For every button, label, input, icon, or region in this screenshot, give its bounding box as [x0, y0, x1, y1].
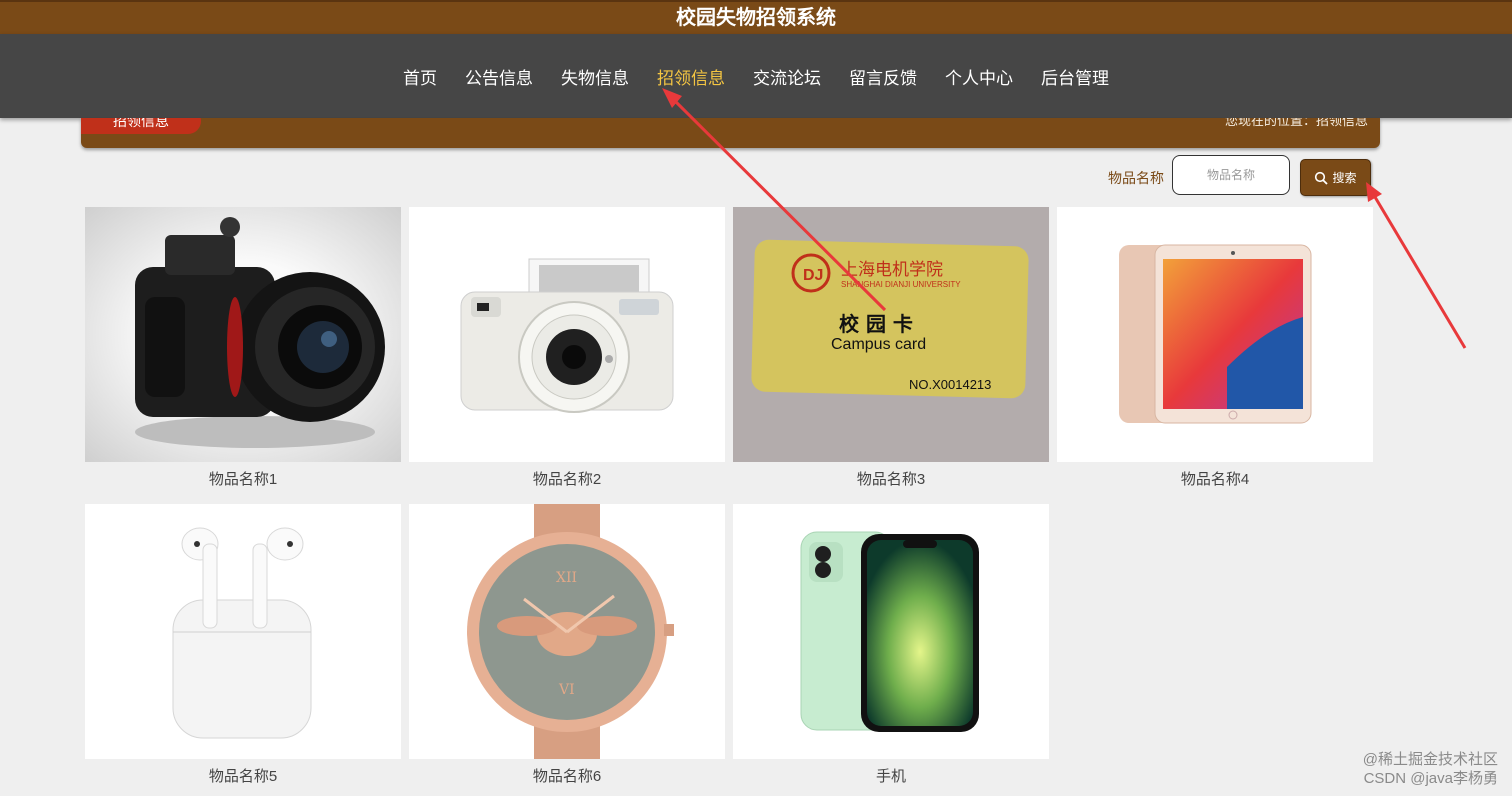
search-button-label: 搜索 [1332, 171, 1357, 185]
item-image[interactable] [85, 207, 401, 462]
nav-forum[interactable]: 交流论坛 [751, 60, 823, 93]
svg-text:VI: VI [558, 682, 575, 698]
item-name[interactable]: 物品名称3 [733, 468, 1049, 489]
search-icon [1314, 171, 1329, 185]
breadcrumb-location: 您现在的位置：招领信息 [1224, 118, 1368, 128]
item-card[interactable]: 手机 [733, 504, 1049, 786]
item-card[interactable]: XII VI 物品名称6 [409, 504, 725, 786]
site-title: 校园失物招领系统 [0, 0, 1512, 34]
search-input[interactable] [1172, 155, 1290, 195]
nav-lost-items[interactable]: 失物信息 [559, 60, 631, 93]
tablet-image [1119, 244, 1312, 424]
item-card[interactable]: 物品名称5 [85, 504, 401, 786]
nav-home[interactable]: 首页 [401, 60, 439, 93]
nav-profile[interactable]: 个人中心 [943, 60, 1015, 93]
card-subtitle: Campus card [831, 336, 926, 353]
item-card[interactable]: 物品名称1 [85, 207, 401, 489]
breadcrumb-bar: 招领信息 您现在的位置：招领信息 [81, 118, 1380, 148]
item-name[interactable]: 物品名称1 [85, 468, 401, 489]
search-button[interactable]: 搜索 [1300, 159, 1371, 196]
item-name[interactable]: 物品名称6 [409, 765, 725, 786]
camera-image [135, 217, 385, 448]
watermark: @稀土掘金技术社区 CSDN @java李杨勇 [1363, 750, 1498, 788]
nav-admin[interactable]: 后台管理 [1039, 60, 1111, 93]
main-nav: 首页 公告信息 失物信息 招领信息 交流论坛 留言反馈 个人中心 后台管理 [0, 34, 1512, 118]
item-image[interactable]: XII VI [409, 504, 725, 759]
item-card[interactable]: DJ 上海电机学院 SHANGHAI DIANJI UNIVERSITY 校 园… [733, 207, 1049, 489]
watermark-line2: CSDN @java李杨勇 [1363, 770, 1498, 787]
item-image[interactable] [85, 504, 401, 759]
card-number: NO.X0014213 [909, 377, 991, 392]
watch-image: XII VI [467, 504, 674, 759]
phone-image [800, 531, 979, 732]
item-name[interactable]: 物品名称4 [1057, 468, 1373, 489]
nav-announcements[interactable]: 公告信息 [463, 60, 535, 93]
item-image[interactable] [733, 504, 1049, 759]
item-image[interactable] [409, 207, 725, 462]
search-label: 物品名称 [1108, 170, 1164, 186]
item-name[interactable]: 手机 [733, 765, 1049, 786]
item-image[interactable]: DJ 上海电机学院 SHANGHAI DIANJI UNIVERSITY 校 园… [733, 207, 1049, 462]
item-name[interactable]: 物品名称5 [85, 765, 401, 786]
nav-feedback[interactable]: 留言反馈 [847, 60, 919, 93]
item-name[interactable]: 物品名称2 [409, 468, 725, 489]
nav-found-items[interactable]: 招领信息 [655, 60, 727, 93]
item-image[interactable] [1057, 207, 1373, 462]
item-card[interactable]: 物品名称4 [1057, 207, 1373, 489]
earbuds-image [172, 527, 312, 739]
svg-text:XII: XII [556, 570, 577, 586]
card-school-en: SHANGHAI DIANJI UNIVERSITY [841, 280, 961, 289]
instant-camera-image [460, 258, 674, 413]
watermark-line1: @稀土掘金技术社区 [1362, 751, 1498, 768]
card-title: 校 园 卡 [839, 312, 913, 336]
annotation-arrow-search [1370, 191, 1467, 349]
campus-card-image: DJ 上海电机学院 SHANGHAI DIANJI UNIVERSITY 校 园… [733, 207, 1049, 462]
item-card[interactable]: 物品名称2 [409, 207, 725, 489]
breadcrumb-tag: 招领信息 [81, 118, 201, 134]
svg-text:DJ: DJ [803, 267, 823, 284]
card-school: 上海电机学院 [841, 260, 943, 280]
